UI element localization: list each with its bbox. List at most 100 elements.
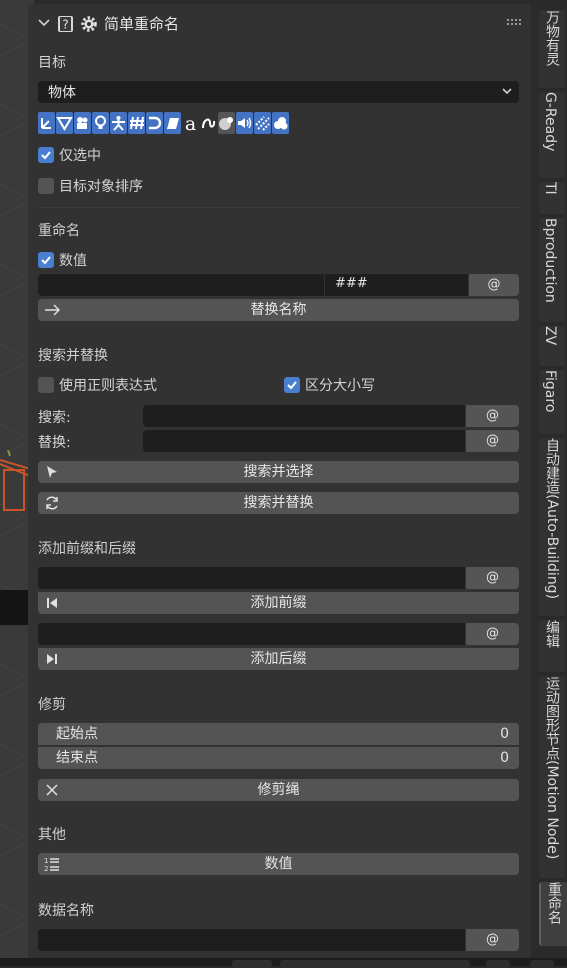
data-name-at-button[interactable]: @ <box>466 929 519 951</box>
numbered-list-icon: 12 <box>44 857 59 872</box>
refresh-icon <box>46 496 58 510</box>
prefix-at-button[interactable]: @ <box>466 567 519 589</box>
filter-grease-pencil-icon[interactable] <box>218 112 235 134</box>
divider <box>38 207 518 208</box>
filter-lattice-icon[interactable] <box>128 112 145 134</box>
filter-empty-icon[interactable] <box>38 112 55 134</box>
tab-label: ZV <box>542 326 558 346</box>
replace-input[interactable] <box>143 430 465 452</box>
panel-header[interactable]: ? 简单重命名 <box>28 12 531 36</box>
replace-name-button[interactable]: 替换名称 <box>38 299 519 321</box>
rename-at-button[interactable]: @ <box>469 274 519 296</box>
add-suffix-label: 添加后缀 <box>250 651 307 667</box>
tab-wanwu[interactable]: 万物有灵 <box>539 10 565 88</box>
case-sensitive-label: 区分大小写 <box>305 378 375 394</box>
tab-ti[interactable]: TI <box>539 182 565 214</box>
prefix-input[interactable] <box>38 567 465 589</box>
add-prefix-button[interactable]: 添加前缀 <box>38 592 519 614</box>
numeric-sort-button[interactable]: 12 数值 <box>38 853 519 875</box>
trim-start-label: 起始点 <box>56 726 98 742</box>
sidebar-tabs: 万物有灵 G-Ready TI Bproduction ZV Figaro 自动… <box>538 0 567 966</box>
search-replace-label: 搜索并替换 <box>243 495 314 511</box>
search-select-button[interactable]: 搜索并选择 <box>38 461 519 483</box>
panel-title: 简单重命名 <box>104 15 180 33</box>
trim-start-value: 0 <box>500 726 509 742</box>
trim-end-field[interactable]: 结束点 0 <box>38 747 519 769</box>
other-heading: 其他 <box>38 827 66 843</box>
new-name-input[interactable] <box>38 274 324 296</box>
trim-button[interactable]: 修剪绳 <box>38 779 519 801</box>
skip-end-icon <box>47 654 57 664</box>
search-replace-heading: 搜索并替换 <box>38 348 108 364</box>
trim-end-value: 0 <box>500 750 509 766</box>
replace-name-label: 替换名称 <box>250 302 307 318</box>
target-dropdown[interactable]: 物体 <box>38 81 519 103</box>
trim-label: 修剪绳 <box>257 782 300 798</box>
filter-camera-icon[interactable] <box>74 112 91 134</box>
data-name-input[interactable] <box>38 929 465 951</box>
case-sensitive-checkbox[interactable] <box>284 377 300 393</box>
skip-start-icon <box>47 598 57 608</box>
drag-handle[interactable] <box>507 18 521 28</box>
target-label: 目标 <box>38 55 66 71</box>
tab-label: 重命名 <box>546 882 562 924</box>
svg-text:?: ? <box>62 18 68 32</box>
tab-edit[interactable]: 编辑 <box>539 620 565 672</box>
tab-label: Bproduction <box>542 218 558 303</box>
number-pattern-value: ### <box>335 276 368 291</box>
suffix-at-button[interactable]: @ <box>466 623 519 645</box>
tab-bproduction[interactable]: Bproduction <box>539 218 565 322</box>
replace-at-button[interactable]: @ <box>466 430 519 452</box>
tab-figaro[interactable]: Figaro <box>539 370 565 434</box>
filter-surface-icon[interactable] <box>164 112 181 134</box>
tab-label: 编辑 <box>544 620 560 648</box>
filter-force-field-icon[interactable] <box>254 112 271 134</box>
arrow-right-icon <box>45 304 60 316</box>
filter-light-icon[interactable] <box>92 112 109 134</box>
filter-speaker-icon[interactable] <box>236 112 253 134</box>
numeric-checkbox[interactable] <box>38 252 54 268</box>
trim-start-field[interactable]: 起始点 0 <box>38 723 519 745</box>
filter-volume-icon[interactable] <box>272 112 289 134</box>
tab-label: 运动图形节点(Motion Node) <box>544 676 560 860</box>
replace-label: 替换: <box>38 435 71 451</box>
filter-metaball-icon[interactable] <box>200 112 217 134</box>
search-input[interactable] <box>143 405 465 427</box>
search-replace-button[interactable]: 搜索并替换 <box>38 492 519 514</box>
sort-targets-label: 目标对象排序 <box>59 179 143 195</box>
suffix-input[interactable] <box>38 623 465 645</box>
cursor-icon <box>47 466 57 478</box>
help-book-icon[interactable]: ? <box>56 14 76 34</box>
rename-panel: ? 简单重命名 目标 物体 a 仅选中 目标对象排序 重命名 数值 ### @ … <box>28 4 531 960</box>
tab-motion-node[interactable]: 运动图形节点(Motion Node) <box>539 676 565 878</box>
regex-checkbox[interactable] <box>38 377 54 393</box>
tab-g-ready[interactable]: G-Ready <box>539 92 565 178</box>
svg-text:1: 1 <box>44 857 48 865</box>
search-at-button[interactable]: @ <box>466 405 519 427</box>
chevron-down-icon[interactable] <box>36 15 52 31</box>
numeric-sort-label: 数值 <box>264 856 293 872</box>
filter-curve-icon[interactable] <box>146 112 163 134</box>
target-value: 物体 <box>48 85 76 101</box>
filter-armature-icon[interactable] <box>110 112 127 134</box>
selected-only-checkbox[interactable] <box>38 147 54 163</box>
tab-label: G-Ready <box>542 92 558 152</box>
filter-mesh-icon[interactable] <box>56 112 73 134</box>
tab-rename[interactable]: 重命名 <box>539 882 567 946</box>
regex-label: 使用正则表达式 <box>59 378 157 394</box>
rename-heading: 重命名 <box>38 223 80 239</box>
sort-targets-checkbox[interactable] <box>38 178 54 194</box>
tab-zv[interactable]: ZV <box>539 326 565 366</box>
chevron-down-icon <box>502 88 512 95</box>
svg-text:2: 2 <box>44 865 48 872</box>
check-icon <box>287 381 297 390</box>
add-suffix-button[interactable]: 添加后缀 <box>38 648 519 670</box>
search-select-label: 搜索并选择 <box>243 464 314 480</box>
trim-heading: 修剪 <box>38 697 66 713</box>
filter-text-icon[interactable]: a <box>182 112 199 134</box>
svg-text:a: a <box>185 115 196 131</box>
affix-heading: 添加前缀和后缀 <box>38 541 136 557</box>
tab-auto-building[interactable]: 自动建造(Auto-Building) <box>539 438 565 616</box>
number-pattern-input[interactable]: ### <box>325 274 468 296</box>
gear-icon[interactable] <box>79 14 99 34</box>
